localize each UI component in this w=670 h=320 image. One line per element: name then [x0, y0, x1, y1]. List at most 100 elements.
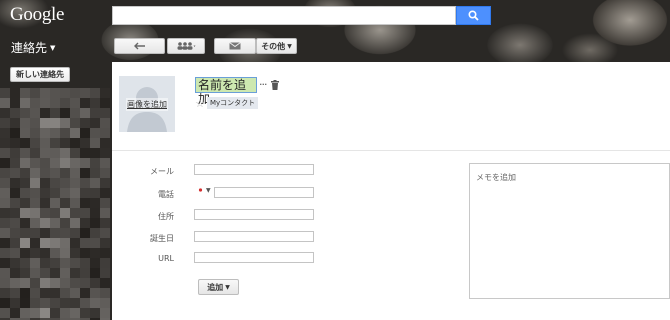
search-input[interactable]	[112, 6, 456, 25]
mosaic-cell	[0, 118, 10, 128]
address-field[interactable]	[194, 209, 314, 220]
mosaic-cell	[0, 128, 10, 138]
mosaic-cell	[100, 288, 110, 298]
mosaic-cell	[100, 298, 110, 308]
mosaic-cell	[20, 128, 30, 138]
mosaic-cell	[80, 198, 90, 208]
mosaic-cell	[40, 238, 50, 248]
mosaic-cell	[0, 178, 10, 188]
mosaic-cell	[50, 118, 60, 128]
mosaic-cell	[10, 278, 20, 288]
group-chip[interactable]: Myコンタクト	[207, 97, 259, 109]
mosaic-cell	[20, 298, 30, 308]
mosaic-cell	[100, 138, 110, 148]
name-input[interactable]: 名前を追加	[195, 77, 257, 106]
mosaic-cell	[0, 218, 10, 228]
mosaic-cell	[60, 168, 70, 178]
notes-textarea[interactable]: メモを追加	[469, 163, 670, 299]
mosaic-cell	[90, 238, 100, 248]
email-button[interactable]	[214, 38, 256, 54]
trash-icon[interactable]	[271, 80, 279, 90]
mosaic-cell	[40, 108, 50, 118]
people-icon	[177, 42, 196, 50]
back-arrow-icon	[133, 42, 145, 50]
mosaic-cell	[60, 208, 70, 218]
mosaic-cell	[60, 198, 70, 208]
mosaic-cell	[20, 88, 30, 98]
mosaic-cell	[40, 308, 50, 318]
mosaic-cell	[60, 218, 70, 228]
mosaic-cell	[10, 198, 20, 208]
back-button[interactable]	[114, 38, 165, 54]
mosaic-cell	[90, 298, 100, 308]
mosaic-cell	[10, 148, 20, 158]
mosaic-cell	[50, 128, 60, 138]
mosaic-cell	[60, 248, 70, 258]
mosaic-cell	[80, 108, 90, 118]
mosaic-cell	[90, 168, 100, 178]
google-logo[interactable]: Google	[10, 4, 64, 26]
mosaic-cell	[0, 198, 10, 208]
japan-flag-icon[interactable]	[197, 187, 204, 193]
mosaic-cell	[100, 218, 110, 228]
mosaic-cell	[40, 268, 50, 278]
mosaic-cell	[10, 218, 20, 228]
email-field[interactable]	[194, 164, 314, 175]
mosaic-cell	[80, 118, 90, 128]
mosaic-cell	[60, 118, 70, 128]
mosaic-cell	[0, 188, 10, 198]
new-contact-button[interactable]: 新しい連絡先	[10, 67, 70, 82]
mosaic-cell	[10, 298, 20, 308]
mosaic-cell	[0, 258, 10, 268]
mosaic-cell	[80, 238, 90, 248]
mosaic-cell	[0, 268, 10, 278]
mosaic-cell	[0, 278, 10, 288]
mosaic-cell	[80, 138, 90, 148]
birthday-field[interactable]	[194, 231, 314, 242]
mosaic-cell	[30, 288, 40, 298]
mosaic-cell	[10, 268, 20, 278]
mosaic-cell	[30, 158, 40, 168]
mosaic-cell	[10, 98, 20, 108]
mosaic-cell	[60, 238, 70, 248]
name-more-button[interactable]: ···	[259, 78, 267, 91]
mosaic-cell	[90, 208, 100, 218]
address-label: 住所	[158, 212, 174, 221]
mosaic-cell	[10, 208, 20, 218]
mosaic-cell	[10, 168, 20, 178]
mosaic-cell	[40, 208, 50, 218]
mosaic-cell	[30, 268, 40, 278]
url-field[interactable]	[194, 252, 314, 263]
mosaic-cell	[70, 248, 80, 258]
mosaic-cell	[30, 168, 40, 178]
mosaic-cell	[40, 138, 50, 148]
more-button[interactable]: その他 ▼	[256, 38, 297, 54]
mosaic-cell	[60, 88, 70, 98]
mosaic-cell	[80, 168, 90, 178]
groups-button[interactable]	[167, 38, 205, 54]
email-label: メール	[150, 167, 174, 176]
mosaic-cell	[20, 248, 30, 258]
mosaic-cell	[70, 188, 80, 198]
mosaic-cell	[60, 268, 70, 278]
mosaic-cell	[30, 278, 40, 288]
mosaic-cell	[90, 178, 100, 188]
add-photo-link[interactable]: 画像を追加	[126, 97, 168, 111]
app-title-menu[interactable]: 連絡先 ▼	[11, 39, 55, 56]
phone-field[interactable]	[214, 187, 314, 198]
mosaic-cell	[90, 108, 100, 118]
mosaic-cell	[30, 298, 40, 308]
chevron-down-icon: ▼	[225, 283, 230, 291]
mosaic-cell	[100, 248, 110, 258]
mosaic-cell	[70, 298, 80, 308]
mosaic-cell	[50, 238, 60, 248]
contact-photo[interactable]: 画像を追加	[119, 76, 175, 132]
search-button[interactable]	[456, 6, 491, 25]
chevron-down-icon[interactable]: ▼	[206, 187, 211, 194]
mosaic-cell	[70, 118, 80, 128]
add-field-button[interactable]: 追加 ▼	[198, 279, 239, 295]
mosaic-cell	[100, 208, 110, 218]
mosaic-cell	[50, 278, 60, 288]
star-icon[interactable]: ☆	[195, 97, 205, 110]
mosaic-cell	[40, 148, 50, 158]
